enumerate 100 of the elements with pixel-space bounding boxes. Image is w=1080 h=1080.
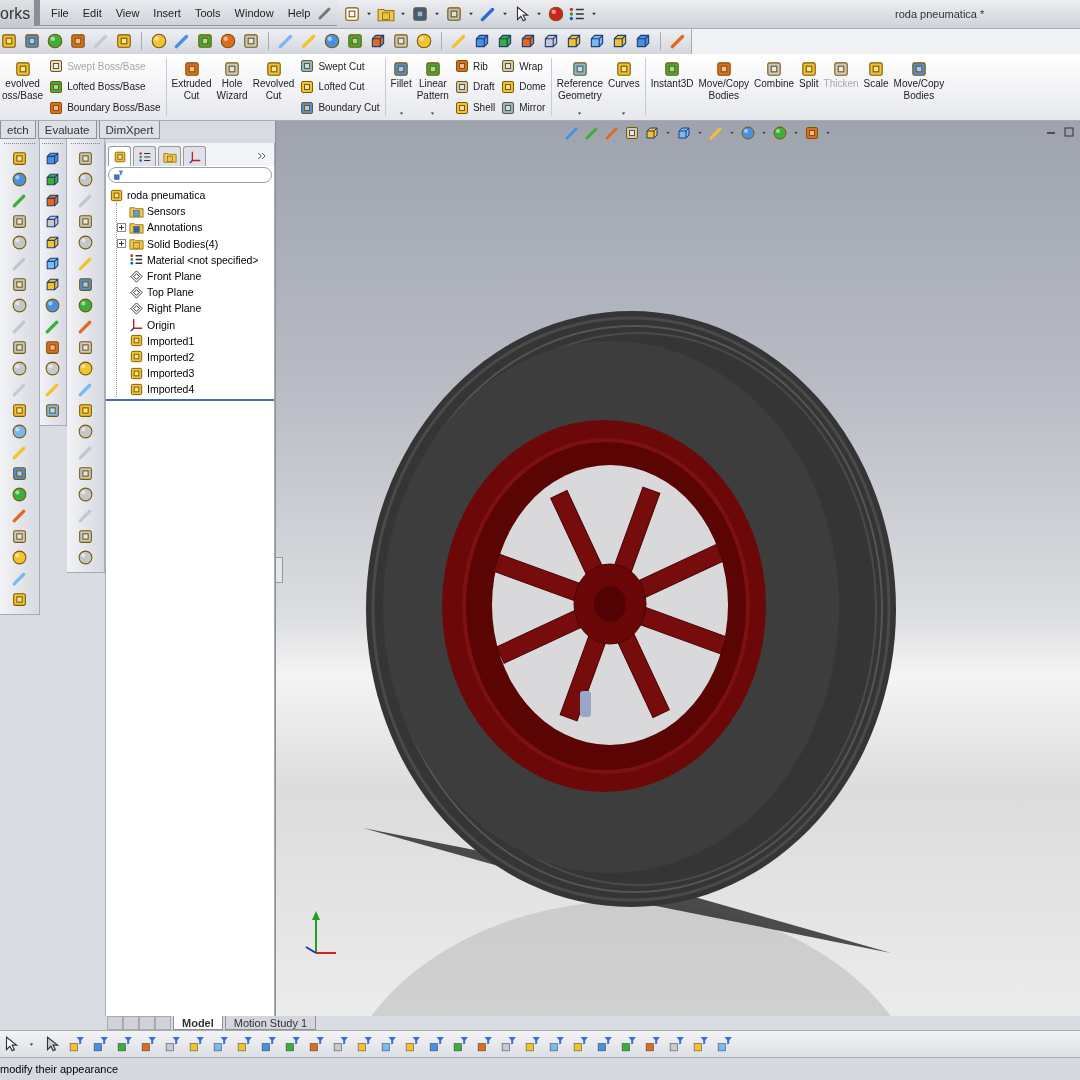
filter-icon[interactable] — [284, 1035, 301, 1053]
tree-item[interactable]: Imported2 — [147, 350, 195, 363]
tree-item[interactable]: Front Plane — [147, 270, 202, 283]
sphere-icon[interactable] — [323, 32, 341, 50]
list-icon[interactable] — [568, 5, 587, 23]
ribbon-button[interactable]: Boundary Boss/Base — [46, 98, 163, 117]
sphere-icon[interactable] — [10, 549, 28, 566]
box-icon[interactable] — [242, 32, 260, 50]
ribbon-button[interactable]: Draft — [451, 78, 498, 96]
sphere-icon[interactable] — [77, 549, 95, 566]
box-icon[interactable] — [10, 276, 28, 293]
box-icon[interactable] — [411, 5, 430, 23]
filter-icon[interactable] — [596, 1035, 613, 1053]
filter-icon[interactable] — [572, 1035, 589, 1053]
box-icon[interactable] — [77, 213, 95, 230]
filter-icon[interactable] — [476, 1035, 493, 1053]
box-icon[interactable] — [10, 402, 28, 419]
ribbon-button[interactable]: Instant3D — [648, 54, 696, 120]
ribbon-button[interactable]: Hole Wizard — [214, 54, 250, 120]
sphere-icon[interactable] — [46, 32, 64, 50]
cube-icon[interactable] — [611, 32, 629, 50]
box-icon[interactable] — [10, 339, 28, 356]
ribbon-button[interactable]: Rib — [451, 57, 498, 76]
pen-icon[interactable] — [10, 192, 28, 209]
box-icon[interactable] — [77, 150, 95, 167]
filter-icon[interactable] — [548, 1035, 565, 1053]
ribbon-button[interactable]: Swept Cut — [297, 57, 382, 76]
sphere-icon[interactable] — [547, 5, 566, 23]
cube-icon[interactable] — [473, 32, 491, 50]
ribbon-button[interactable]: Lofted Cut — [297, 78, 382, 96]
box-icon[interactable] — [10, 150, 28, 167]
box-icon[interactable] — [44, 339, 62, 356]
panel-tab[interactable] — [133, 146, 156, 166]
tab[interactable]: Motion Study 1 — [224, 1016, 317, 1030]
filter-icon[interactable] — [500, 1035, 517, 1053]
sphere-icon[interactable] — [77, 486, 95, 503]
sphere-icon[interactable] — [77, 171, 95, 188]
menu-item[interactable]: Tools — [187, 4, 228, 21]
sphere-icon[interactable] — [77, 360, 95, 377]
sphere-icon[interactable] — [740, 125, 756, 141]
tab[interactable]: Model — [173, 1016, 223, 1030]
tree-item[interactable]: Top Plane — [147, 286, 194, 299]
filter-icon[interactable] — [644, 1035, 661, 1053]
sphere-icon[interactable] — [44, 360, 62, 377]
filter-icon[interactable] — [452, 1035, 469, 1053]
menu-item[interactable]: Edit — [75, 4, 109, 21]
panel-collapse-handle[interactable] — [276, 557, 283, 583]
tree-item[interactable]: Solid Bodies(4) — [147, 237, 219, 250]
menu-item[interactable]: View — [108, 4, 147, 21]
sphere-icon[interactable] — [10, 234, 28, 251]
ribbon-button[interactable]: Curves — [606, 54, 642, 120]
ribbon-button[interactable]: Move/Copy Bodies — [891, 54, 947, 120]
filter-icon[interactable] — [716, 1035, 733, 1053]
pen-icon[interactable] — [10, 507, 28, 524]
ribbon-button[interactable]: Fillet — [388, 54, 414, 120]
cube-icon[interactable] — [676, 125, 692, 141]
cube-icon[interactable] — [565, 32, 583, 50]
cube-icon[interactable] — [496, 32, 514, 50]
rollback-bar[interactable] — [106, 399, 274, 402]
tree-item[interactable]: roda pneumatica — [127, 189, 206, 202]
ribbon-button[interactable]: Split — [797, 54, 821, 120]
tree-item[interactable]: Annotations — [147, 221, 203, 234]
box-icon[interactable] — [77, 276, 95, 293]
ribbon-button[interactable]: Linear Pattern — [414, 54, 451, 120]
ribbon-button[interactable]: Boundary Cut — [297, 98, 382, 117]
expand-icon[interactable] — [117, 222, 126, 232]
box-icon[interactable] — [624, 125, 640, 141]
menu-item[interactable]: File — [44, 4, 76, 21]
tab[interactable]: DimXpert — [98, 121, 161, 139]
tab[interactable]: Evaluate — [37, 121, 97, 139]
chevron-icon[interactable] — [256, 150, 268, 162]
box-icon[interactable] — [804, 125, 820, 141]
box-icon[interactable] — [77, 402, 95, 419]
sphere-icon[interactable] — [10, 423, 28, 440]
tree-item[interactable]: Right Plane — [147, 302, 202, 315]
filter-icon[interactable] — [188, 1035, 205, 1053]
sphere-icon[interactable] — [10, 486, 28, 503]
sphere-icon[interactable] — [772, 125, 788, 141]
filter-icon[interactable] — [260, 1035, 277, 1053]
cube-icon[interactable] — [519, 32, 537, 50]
box-icon[interactable] — [445, 5, 464, 23]
tree-item[interactable]: Origin — [147, 318, 175, 331]
tree-item[interactable]: Imported4 — [147, 383, 195, 396]
sphere-icon[interactable] — [10, 171, 28, 188]
sphere-icon[interactable] — [150, 32, 168, 50]
ribbon-button[interactable]: Wrap — [498, 57, 548, 76]
box-icon[interactable] — [77, 465, 95, 482]
tree-item[interactable]: Sensors — [147, 205, 186, 218]
pen-icon[interactable] — [173, 32, 191, 50]
ribbon-button[interactable]: evolved oss/Base — [0, 54, 46, 120]
box-icon[interactable] — [23, 32, 41, 50]
cube-icon[interactable] — [369, 32, 387, 50]
menu-item[interactable]: Insert — [146, 4, 188, 21]
filter-icon[interactable] — [212, 1035, 229, 1053]
tree-item[interactable]: Material <not specified> — [147, 253, 259, 266]
ribbon-button[interactable]: Revolved Cut — [250, 54, 297, 120]
filter-icon[interactable] — [356, 1035, 373, 1053]
filter-icon[interactable] — [92, 1035, 109, 1053]
menu-item[interactable]: Window — [227, 4, 281, 21]
ribbon-button[interactable]: Reference Geometry — [554, 54, 605, 120]
